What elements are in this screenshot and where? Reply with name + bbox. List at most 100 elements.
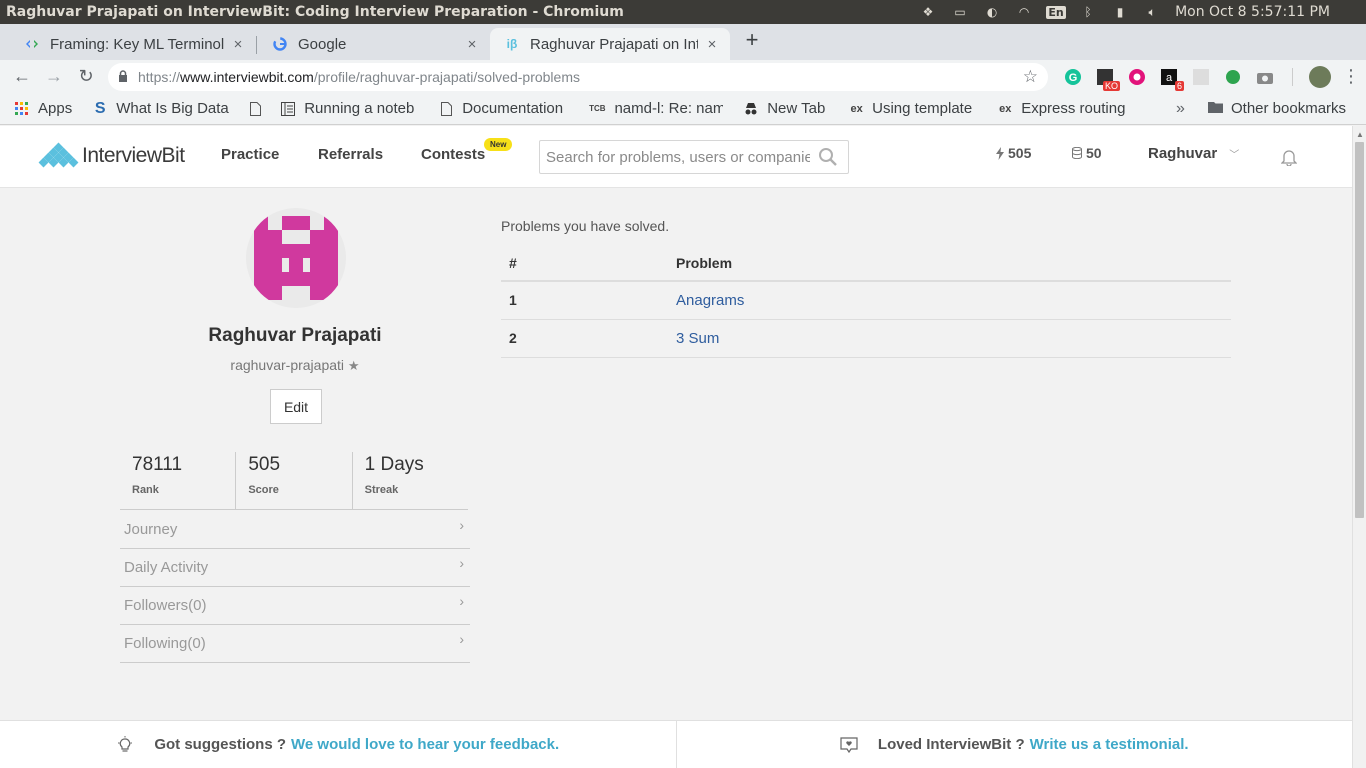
bookmark-running-notebook[interactable]: Running a noteb xyxy=(266,100,424,117)
table-row: 1 Anagrams xyxy=(501,281,1231,320)
site-search xyxy=(539,140,849,174)
window-title: Raghuvar Prajapati on InterviewBit: Codi… xyxy=(6,4,624,20)
grid-extension-icon[interactable] xyxy=(1190,66,1212,88)
scroll-thumb[interactable] xyxy=(1355,142,1364,518)
stat-streak: 1 Days Streak xyxy=(364,454,424,496)
table-row: 2 3 Sum xyxy=(501,319,1231,358)
notification-bell-icon[interactable] xyxy=(1281,148,1297,166)
folder-icon xyxy=(1208,100,1223,117)
nav-contests[interactable]: Contests xyxy=(421,146,485,163)
display-icon[interactable]: ▭ xyxy=(951,4,969,20)
column-header-problem: Problem xyxy=(668,245,1231,282)
doc-icon xyxy=(438,101,454,117)
bookmark-apps[interactable]: Apps xyxy=(0,100,78,117)
volume-icon[interactable]: 🔈︎ xyxy=(1143,4,1161,20)
google-developers-icon xyxy=(24,36,40,52)
system-tray: ❖ ▭ ◐ ◠ En ᛒ ▮ 🔈︎ Mon Oct 8 5:57:11 PM xyxy=(919,4,1366,20)
tab-interviewbit[interactable]: iβ Raghuvar Prajapati on Int × xyxy=(490,28,730,60)
bookmark-namd[interactable]: TCB namd-l: Re: namd xyxy=(574,100,729,117)
bookmark-express-routing[interactable]: ex Express routing xyxy=(983,100,1133,117)
other-bookmarks[interactable]: Other bookmarks xyxy=(1208,100,1346,117)
sidebar-item-journey[interactable]: Journey › xyxy=(120,511,470,549)
url-path: /profile/raghuvar-prajapati/solved-probl… xyxy=(313,69,580,85)
nav-practice[interactable]: Practice xyxy=(221,146,279,163)
keyboard-layout-icon[interactable]: En xyxy=(1046,5,1066,19)
apps-grid-icon xyxy=(14,101,30,117)
solved-problems-table: # Problem 1 Anagrams 2 3 Sum xyxy=(501,245,1231,358)
bookmark-new-tab[interactable]: New Tab xyxy=(729,100,835,117)
browser-menu-icon[interactable]: ⋮ xyxy=(1341,66,1361,87)
battery-icon[interactable]: ▮ xyxy=(1111,4,1129,20)
grammarly-icon[interactable]: G xyxy=(1062,66,1084,88)
sidebar-item-followers[interactable]: Followers(0) › xyxy=(120,587,470,625)
bookmark-page[interactable] xyxy=(236,101,266,117)
url-scheme: https:// xyxy=(138,69,181,85)
sidebar-item-following[interactable]: Following(0) › xyxy=(120,625,470,663)
new-badge: New xyxy=(484,138,513,151)
feedback-link[interactable]: We would love to hear your feedback. xyxy=(291,736,559,753)
sidebar-item-daily-activity[interactable]: Daily Activity › xyxy=(120,549,470,587)
search-icon[interactable] xyxy=(818,147,838,167)
wifi-icon[interactable]: ◠ xyxy=(1015,4,1033,20)
profile-stats: 78111 Rank 505 Score 1 Days Streak xyxy=(120,452,468,510)
svg-text:G: G xyxy=(1069,72,1078,84)
nav-referrals[interactable]: Referrals xyxy=(318,146,383,163)
s-logo-icon: S xyxy=(94,100,106,117)
clock[interactable]: Mon Oct 8 5:57:11 PM xyxy=(1175,4,1330,20)
reload-icon[interactable]: ↻ xyxy=(70,63,102,91)
close-icon[interactable]: × xyxy=(464,36,480,53)
search-input[interactable] xyxy=(540,148,810,166)
logo-text: InterviewBit xyxy=(82,144,185,167)
problem-link[interactable]: 3 Sum xyxy=(668,319,1231,358)
row-number: 2 xyxy=(501,319,668,358)
back-arrow-icon[interactable]: ← xyxy=(6,63,38,91)
profile-name: Raghuvar Prajapati xyxy=(208,325,382,346)
user-menu[interactable]: Raghuvar ﹀ xyxy=(1148,145,1239,162)
tab-label: Raghuvar Prajapati on Int xyxy=(530,35,698,53)
address-bar[interactable]: https://www.interviewbit.com/profile/rag… xyxy=(108,63,1048,91)
streak-stat[interactable]: 505 xyxy=(996,145,1031,161)
camera-icon[interactable] xyxy=(1254,66,1276,88)
interviewbit-logo[interactable]: InterviewBit xyxy=(38,142,185,168)
dropbox-icon[interactable]: ❖ xyxy=(919,4,937,20)
profile-avatar[interactable] xyxy=(1309,65,1331,88)
tab-label: Google xyxy=(298,35,347,53)
problem-link[interactable]: Anagrams xyxy=(668,281,1231,320)
coins-stat[interactable]: 50 xyxy=(1072,145,1102,161)
bookmark-documentation[interactable]: Documentation xyxy=(424,100,574,117)
logo-diamonds-icon xyxy=(38,142,79,168)
bluetooth-icon[interactable]: ᛒ xyxy=(1079,4,1097,20)
feedback-section: Got suggestions ? We would love to hear … xyxy=(0,721,677,768)
chevron-down-icon: ﹀ xyxy=(1229,150,1240,161)
bookmark-star-icon[interactable]: ☆ xyxy=(1023,67,1038,87)
bookmark-using-template[interactable]: ex Using template e xyxy=(835,100,983,117)
column-header-number: # xyxy=(501,245,668,282)
close-icon[interactable]: × xyxy=(704,36,720,53)
os-top-bar: Raghuvar Prajapati on InterviewBit: Codi… xyxy=(0,0,1366,24)
page-scrollbar[interactable]: ▲ xyxy=(1352,126,1366,768)
amazon-icon[interactable]: a6 xyxy=(1158,66,1184,91)
bookmarks-overflow-icon[interactable]: » xyxy=(1176,100,1185,118)
new-tab-button[interactable]: + xyxy=(740,28,764,52)
steam-icon[interactable]: ◐ xyxy=(983,4,1001,20)
testimonial-section: Loved InterviewBit ? Write us a testimon… xyxy=(677,721,1353,768)
tab-label: Framing: Key ML Terminol xyxy=(50,35,224,53)
lock-icon[interactable] xyxy=(108,69,138,85)
solved-problems-title: Problems you have solved. xyxy=(501,218,670,234)
close-icon[interactable]: × xyxy=(230,36,246,53)
forward-arrow-icon[interactable]: → xyxy=(38,63,70,91)
chevron-right-icon: › xyxy=(459,517,464,533)
leaf-icon[interactable] xyxy=(1222,66,1244,88)
tab-framing[interactable]: Framing: Key ML Terminol × xyxy=(10,28,256,60)
ko-extension-icon[interactable]: KO xyxy=(1094,66,1120,91)
tab-google[interactable]: Google × xyxy=(258,28,490,60)
svg-text:a: a xyxy=(1166,72,1173,84)
toolbar-divider xyxy=(1292,67,1293,86)
site-header: InterviewBit Practice Referrals Contests… xyxy=(0,126,1352,188)
eye-icon[interactable] xyxy=(1126,66,1148,88)
testimonial-link[interactable]: Write us a testimonial. xyxy=(1030,736,1189,753)
bookmark-big-data[interactable]: S What Is Big Data xyxy=(78,100,236,117)
tcb-icon: TCB xyxy=(589,104,606,113)
edit-profile-button[interactable]: Edit xyxy=(270,389,322,424)
scroll-up-icon[interactable]: ▲ xyxy=(1356,130,1364,139)
